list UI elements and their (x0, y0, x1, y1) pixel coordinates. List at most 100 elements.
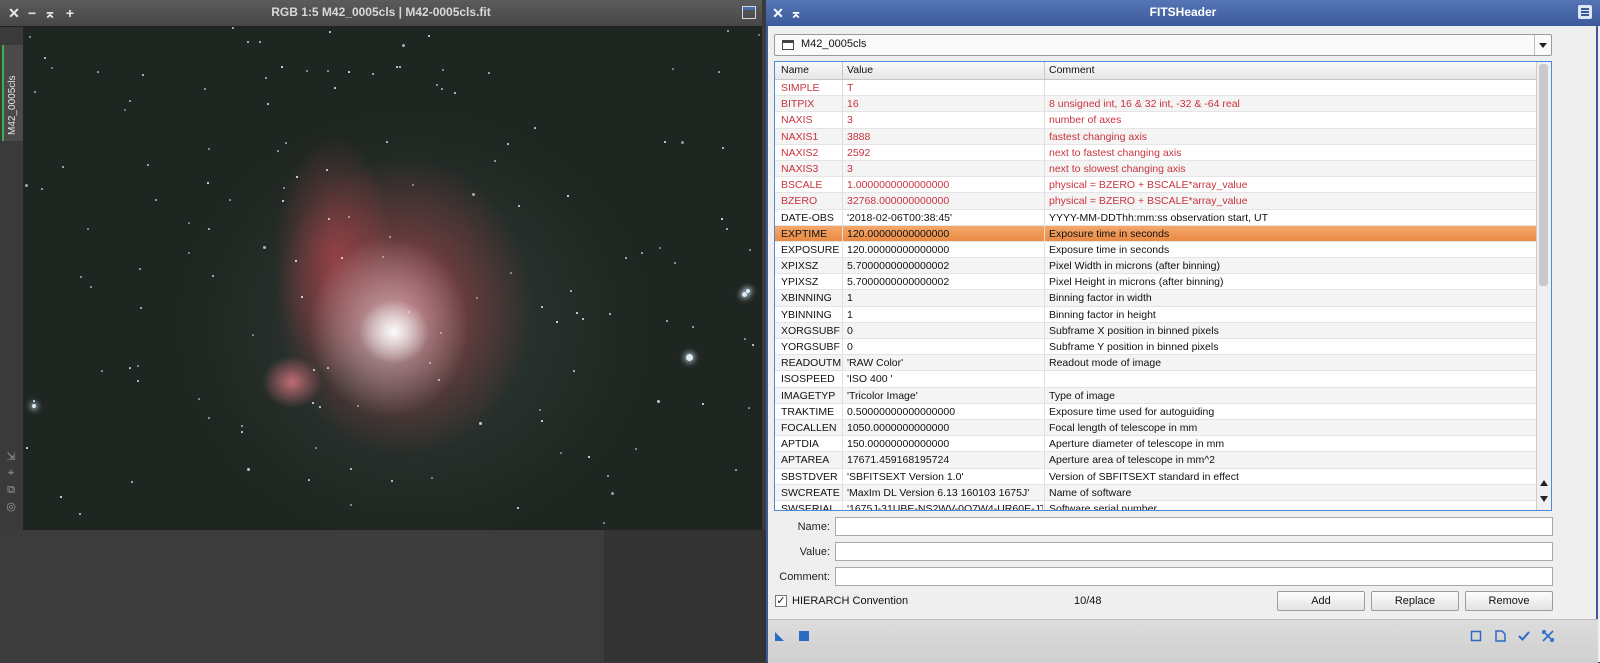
table-row[interactable]: NAXIS2 2592 next to fastest changing axis (775, 144, 1537, 161)
remove-button[interactable]: Remove (1465, 591, 1553, 611)
star (140, 307, 142, 309)
star (389, 236, 391, 238)
star (124, 109, 126, 111)
table-row[interactable]: XBINNING 1 Binning factor in width (775, 290, 1537, 307)
keyword-comment: YYYY-MM-DDThh:mm:ss observation start, U… (1049, 211, 1268, 224)
clone-icon[interactable]: ⧉ (5, 484, 17, 496)
table-row[interactable]: BSCALE 1.0000000000000000 physical = BZERO… (775, 177, 1537, 194)
star (476, 297, 478, 299)
star (41, 188, 43, 190)
table-row[interactable]: TRAKTIME 0.50000000000000000 Exposure time… (775, 403, 1537, 420)
table-row[interactable]: SWSERIAL '1675J-31UBE-NS2WV-0Q7W4-UR60E-J… (775, 500, 1537, 511)
hierarch-checkbox[interactable]: ✓ (775, 595, 787, 607)
table-row[interactable]: YORGSUBF 0 Subframe Y position in binned p… (775, 339, 1537, 356)
table-row[interactable]: DATE-OBS '2018-02-06T00:38:45' YYYY-MM-DDT… (775, 209, 1537, 226)
star (51, 67, 53, 69)
table-row[interactable]: EXPOSURE 120.00000000000000 Exposure time … (775, 241, 1537, 259)
table-row[interactable]: EXPTIME 120.00000000000000 Exposure time i… (775, 225, 1537, 242)
column-header-value[interactable]: Value (847, 64, 873, 76)
view-identifier-tab[interactable]: M42_0005cls (2, 45, 23, 141)
table-row[interactable]: XPIXSZ 5.7000000000000002 Pixel Width in m… (775, 258, 1537, 275)
pan-icon[interactable]: ⌖ (5, 467, 17, 479)
star (609, 313, 611, 315)
chevron-down-icon[interactable] (1534, 35, 1551, 55)
scroll-down-icon[interactable] (1540, 496, 1548, 502)
table-row[interactable]: NAXIS 3 number of axes (775, 112, 1537, 129)
keyword-comment: Binning factor in width (1049, 292, 1152, 305)
table-rows: SIMPLE T BITPIX 16 8 unsigned int, 16 & 32 i… (775, 80, 1537, 511)
star (350, 504, 352, 506)
new-instance-icon[interactable] (774, 630, 786, 642)
zoom-fit-icon[interactable]: ⇲ (5, 451, 17, 463)
image-window-titlebar[interactable]: ✕ − ⌅ + RGB 1:5 M42_0005cls | M42-0005cl… (0, 0, 762, 27)
table-row[interactable]: SBSTDVER 'SBFITSEXT Version 1.0' Version o… (775, 468, 1537, 485)
keyword-name: YORGSUBF (781, 341, 840, 353)
bright-star (746, 289, 750, 293)
comment-input[interactable] (835, 567, 1553, 586)
preview-icon[interactable] (1470, 630, 1482, 642)
scrollbar-thumb[interactable] (1539, 64, 1548, 286)
apply-global-icon[interactable] (798, 630, 810, 642)
keyword-name: EXPTIME (781, 227, 828, 240)
keyword-value: 17671.459168195724 (847, 454, 950, 467)
stf-icon[interactable]: ◎ (5, 501, 17, 513)
star (25, 184, 28, 187)
keyword-comment: Exposure time in seconds (1049, 243, 1170, 256)
table-row[interactable]: BITPIX 16 8 unsigned int, 16 & 32 int, -32… (775, 96, 1537, 113)
check-icon[interactable] (1518, 630, 1530, 642)
reset-icon[interactable] (1542, 630, 1554, 642)
table-row[interactable]: IMAGETYP 'Tricolor Image' Type of image (775, 387, 1537, 404)
column-header-comment[interactable]: Comment (1049, 64, 1095, 76)
table-row[interactable]: APTDIA 150.00000000000000 Aperture diamete… (775, 436, 1537, 453)
table-row[interactable]: APTAREA 17671.459168195724 Aperture area o… (775, 452, 1537, 469)
keyword-value: 150.00000000000000 (847, 438, 950, 451)
table-row[interactable]: YBINNING 1 Binning factor in height (775, 306, 1537, 323)
table-row[interactable]: BZERO 32768.000000000000 physical = BZERO … (775, 193, 1537, 210)
dialog-titlebar[interactable]: ✕ ⌅ FITSHeader (766, 0, 1600, 26)
star (348, 216, 350, 218)
keyword-name: TRAKTIME (781, 405, 835, 418)
table-row[interactable]: SIMPLE T (775, 80, 1537, 97)
bright-star (686, 354, 693, 361)
table-row[interactable]: FOCALLEN 1050.0000000000000 Focal length o… (775, 419, 1537, 437)
keyword-value: 0 (847, 341, 853, 353)
bright-star (32, 404, 36, 408)
column-header-name[interactable]: Name (781, 64, 809, 76)
table-row[interactable]: XORGSUBF 0 Subframe X position in binned p… (775, 322, 1537, 339)
keyword-comment: Pixel Width in microns (after binning) (1049, 260, 1220, 273)
star (319, 406, 321, 408)
keywords-table[interactable]: Name Value Comment SIMPLE T BITPIX 16 8 unsi… (774, 61, 1552, 511)
keyword-comment: Software serial number (1049, 502, 1157, 511)
image-side-strip: M42_0005cls ⇲ ⌖ ⧉ ◎ (0, 27, 24, 530)
table-row[interactable]: ISOSPEED 'ISO 400 ' (775, 371, 1537, 388)
star (137, 365, 139, 367)
table-row[interactable]: NAXIS3 3 next to slowest changing axis (775, 160, 1537, 178)
table-row[interactable]: SWCREATE 'MaxIm DL Version 6.13 160103 16… (775, 484, 1537, 501)
keyword-value: T (847, 82, 854, 94)
scroll-up-icon[interactable] (1540, 480, 1548, 486)
star (534, 127, 536, 129)
star (603, 522, 605, 524)
table-row[interactable]: READOUTM 'RAW Color' Readout mode of image (775, 355, 1537, 372)
view-selector[interactable]: M42_0005cls (774, 34, 1552, 56)
star (510, 272, 512, 274)
name-input[interactable] (835, 517, 1553, 536)
star (97, 71, 99, 73)
star (129, 367, 131, 369)
add-button[interactable]: Add (1277, 591, 1365, 611)
nebula-image-canvas[interactable] (24, 27, 762, 530)
image-window-title: RGB 1:5 M42_0005cls | M42-0005cls.fit (271, 5, 491, 19)
table-row[interactable]: NAXIS1 3888 fastest changing axis (775, 128, 1537, 145)
table-row[interactable]: YPIXSZ 5.7000000000000002 Pixel Height in … (775, 274, 1537, 291)
star (241, 425, 243, 427)
star (306, 70, 308, 72)
maximize-icon[interactable] (742, 6, 756, 19)
star (252, 334, 254, 336)
star (391, 480, 393, 482)
document-icon[interactable] (1494, 630, 1506, 642)
replace-button[interactable]: Replace (1371, 591, 1459, 611)
dialog-menu-icon[interactable] (1578, 5, 1592, 19)
value-input[interactable] (835, 542, 1553, 561)
table-scrollbar[interactable] (1536, 62, 1551, 510)
star (232, 27, 234, 29)
